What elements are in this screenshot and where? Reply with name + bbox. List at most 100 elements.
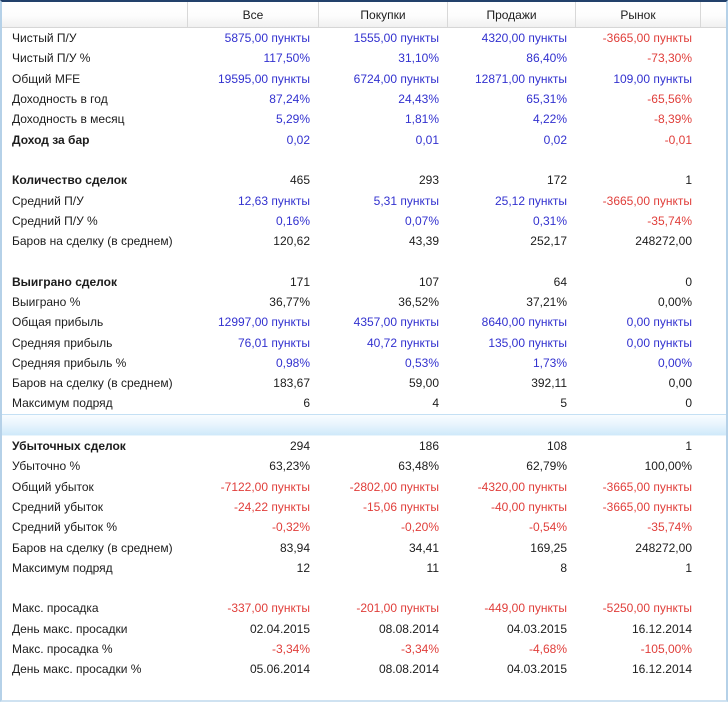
table-row[interactable]: Средний убыток -24,22 пункты -15,06 пункты… (2, 497, 726, 517)
value-cell: -0,01 (664, 132, 692, 147)
table-row[interactable]: Максимум подряд 12 11 8 1 (2, 558, 726, 578)
value-cell: -3665,00 пункты (602, 31, 692, 46)
table-row[interactable]: Доход за бар 0,02 0,01 0,02 -0,01 (2, 129, 726, 149)
table-row[interactable]: Общий убыток -7122,00 пункты -2802,00 пунк… (2, 477, 726, 497)
value-cell: -5250,00 пункты (602, 601, 692, 616)
value-cell: -0,20% (400, 520, 439, 535)
spacer-row (2, 680, 726, 700)
row-label: Средний П/У % (12, 213, 98, 228)
table-row[interactable]: Чистый П/У % 117,50% 31,10% 86,40% -73,30% (2, 48, 726, 68)
table-row[interactable]: Макс. просадка % -3,34% -3,34% -4,68% -105,0… (2, 639, 726, 659)
value-cell: 183,67 (273, 376, 310, 391)
value-cell: 63,23% (269, 459, 310, 474)
selected-empty-row[interactable] (2, 413, 726, 436)
value-cell: 248272,00 (635, 540, 692, 555)
table-body: Чистый П/У 5875,00 пункты 1555,00 пункты 43… (2, 28, 726, 700)
row-label: Баров на сделку (в среднем) (12, 376, 173, 391)
table-row[interactable]: Количество сделок 465 293 172 1 (2, 170, 726, 190)
value-cell: 293 (418, 173, 439, 188)
value-cell: -3,34% (400, 642, 439, 657)
table-row[interactable]: Доходность в год 87,24% 24,43% 65,31% -65,56… (2, 89, 726, 109)
value-cell: 0,01 (415, 132, 439, 147)
row-label: День макс. просадки % (12, 662, 142, 677)
value-cell: 171 (289, 274, 310, 289)
table-row[interactable]: Средний П/У % 0,16% 0,07% 0,31% -35,74% (2, 211, 726, 231)
table-row[interactable]: Выиграно % 36,77% 36,52% 37,21% 0,00% (2, 292, 726, 312)
row-label: День макс. просадки (12, 621, 128, 636)
value-cell: 11 (426, 560, 439, 575)
value-cell: 4 (432, 396, 439, 411)
value-cell: -15,06 пункты (363, 499, 439, 514)
statistics-panel: Все Покупки Продажи Рынок Чистый П/У 5875… (0, 0, 728, 702)
value-cell: 31,10% (398, 51, 439, 66)
table-row[interactable]: Баров на сделку (в среднем) 120,62 43,39 25… (2, 231, 726, 251)
row-label: Чистый П/У (12, 31, 77, 46)
table-row[interactable]: Средняя прибыль % 0,98% 0,53% 1,73% 0,00% (2, 353, 726, 373)
row-label: Средняя прибыль (12, 335, 113, 350)
value-cell: -35,74% (647, 213, 692, 228)
table-row[interactable]: Средняя прибыль 76,01 пункты 40,72 пункты 1… (2, 332, 726, 352)
table-row[interactable]: Убыточно % 63,23% 63,48% 62,79% 100,00% (2, 456, 726, 476)
table-row[interactable]: День макс. просадки 02.04.2015 08.08.2014 0… (2, 619, 726, 639)
row-label: Убыточно % (12, 459, 81, 474)
value-cell: 04.03.2015 (506, 621, 567, 636)
row-label: Средний П/У (12, 193, 84, 208)
table-row[interactable]: Общая прибыль 12997,00 пункты 4357,00 пунк… (2, 312, 726, 332)
row-label: Баров на сделку (в среднем) (12, 234, 173, 249)
value-cell: 6 (303, 396, 310, 411)
value-cell: 0,00 пункты (626, 335, 692, 350)
value-cell: -3665,00 пункты (602, 499, 692, 514)
value-cell: 186 (418, 439, 439, 454)
value-cell: 4,22% (532, 112, 567, 127)
value-cell: 0,00 (668, 376, 692, 391)
column-header-sells: Продажи (447, 2, 575, 27)
value-cell: 5,31 пункты (373, 193, 439, 208)
table-row[interactable]: Общий MFE 19595,00 пункты 6724,00 пункты 12… (2, 69, 726, 89)
value-cell: -449,00 пункты (484, 601, 567, 616)
spacer-row (2, 251, 726, 271)
value-cell: 86,40% (526, 51, 567, 66)
table-row[interactable]: Доходность в месяц 5,29% 1,81% 4,22% -8,39% (2, 109, 726, 129)
row-label: Средний убыток (12, 499, 104, 514)
table-row[interactable]: Баров на сделку (в среднем) 83,94 34,41 169… (2, 537, 726, 557)
row-label: Максимум подряд (12, 396, 113, 411)
value-cell: 24,43% (398, 92, 439, 107)
row-label: Общий убыток (12, 479, 94, 494)
value-cell: 65,31% (526, 92, 567, 107)
table-row[interactable]: Выиграно сделок 171 107 64 0 (2, 272, 726, 292)
value-cell: 12,63 пункты (238, 193, 310, 208)
value-cell: 252,17 (530, 234, 567, 249)
spacer-row (2, 150, 726, 170)
value-cell: 04.03.2015 (506, 662, 567, 677)
value-cell: 294 (289, 439, 310, 454)
table-row[interactable]: Чистый П/У 5875,00 пункты 1555,00 пункты 43… (2, 28, 726, 48)
value-cell: -2802,00 пункты (349, 479, 439, 494)
table-row[interactable]: Баров на сделку (в среднем) 183,67 59,00 39… (2, 373, 726, 393)
value-cell: -24,22 пункты (234, 499, 310, 514)
value-cell: 1555,00 пункты (353, 31, 439, 46)
value-cell: 392,11 (531, 376, 567, 391)
table-row[interactable]: Средний П/У 12,63 пункты 5,31 пункты 25,12 … (2, 190, 726, 210)
value-cell: -201,00 пункты (356, 601, 439, 616)
table-row[interactable]: Максимум подряд 6 4 5 0 (2, 393, 726, 413)
value-cell: 0,02 (543, 132, 567, 147)
row-label: Доходность в месяц (12, 112, 125, 127)
value-cell: 0,31% (532, 213, 567, 228)
row-label: Макс. просадка (12, 601, 99, 616)
row-label: Макс. просадка % (12, 642, 113, 657)
row-label: Общий MFE (12, 71, 81, 86)
value-cell: 0,07% (404, 213, 439, 228)
value-cell: 0 (685, 396, 692, 411)
table-row[interactable]: Убыточных сделок 294 186 108 1 (2, 436, 726, 456)
value-cell: 117,50% (263, 51, 310, 66)
value-cell: 1 (685, 439, 692, 454)
value-cell: 248272,00 (635, 234, 692, 249)
value-cell: 0,53% (404, 355, 439, 370)
table-row[interactable]: День макс. просадки % 05.06.2014 08.08.201… (2, 659, 726, 679)
table-row[interactable]: Макс. просадка -337,00 пункты -201,00 пунк… (2, 598, 726, 618)
table-row[interactable]: Средний убыток % -0,32% -0,20% -0,54% -35,74… (2, 517, 726, 537)
value-cell: 0,00 пункты (626, 315, 692, 330)
value-cell: 1 (685, 560, 692, 575)
value-cell: 34,41 (408, 540, 439, 555)
value-cell: 59,00 (408, 376, 439, 391)
